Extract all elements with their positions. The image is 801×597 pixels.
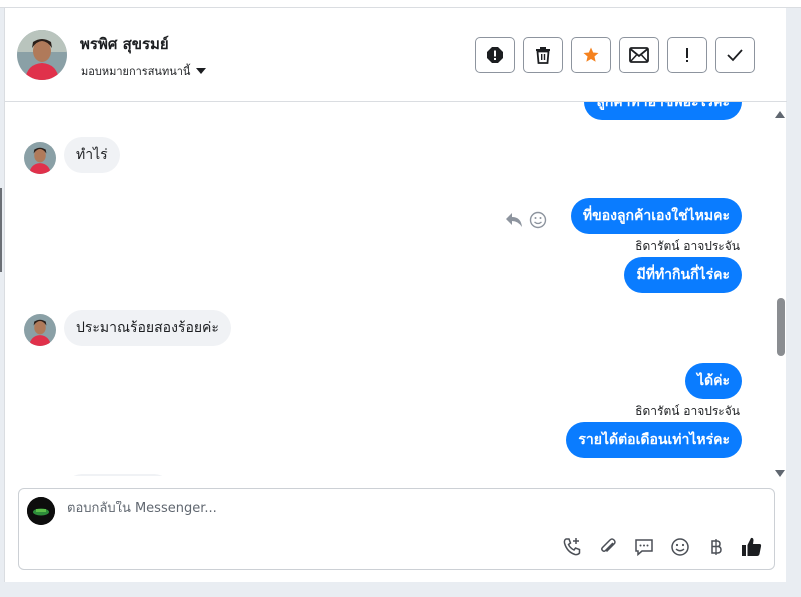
message-outgoing[interactable]: รายได้ต่อเดือนเท่าไหร่คะ bbox=[566, 422, 742, 458]
call-button[interactable] bbox=[560, 535, 584, 559]
conversation-panel: พรพิศ สุขรมย์ มอบหมายการสนทนานี้ ลูกค้าท… bbox=[4, 8, 787, 582]
follow-up-icon bbox=[686, 48, 688, 62]
window-top-strip bbox=[0, 0, 801, 8]
message-outgoing[interactable]: ได้ค่ะ bbox=[684, 363, 742, 399]
reply-composer bbox=[18, 488, 775, 570]
contact-avatar-small bbox=[24, 314, 56, 346]
composer-tools bbox=[560, 535, 764, 559]
message-thread[interactable]: ลูกค้าทำอาชีพอะไรคะ ทำไร่ ที่ของลูกค้าเอ… bbox=[5, 102, 787, 476]
message-incoming[interactable]: ทำไร่ bbox=[64, 137, 120, 173]
message-incoming[interactable]: ประมาณร้อยสองร้อยค่ะ bbox=[64, 310, 231, 346]
scrollbar-thumb[interactable] bbox=[777, 298, 785, 356]
left-edge-indicator bbox=[0, 188, 2, 272]
message-outgoing[interactable]: มีที่ทำกินกี่ไร่คะ bbox=[624, 257, 742, 293]
message-incoming-partial[interactable] bbox=[64, 474, 172, 476]
paperclip-icon bbox=[601, 538, 616, 553]
star-button[interactable] bbox=[571, 37, 611, 73]
delete-button[interactable] bbox=[523, 37, 563, 73]
sender-name: ธิดารัตน์ อาจประจัน bbox=[635, 404, 740, 418]
thumbs-up-icon bbox=[742, 537, 762, 556]
contact-avatar[interactable] bbox=[17, 30, 67, 80]
mark-spam-button[interactable] bbox=[475, 37, 515, 73]
message-outgoing[interactable]: ลูกค้าทำอาชีพอะไรคะ bbox=[584, 102, 742, 120]
reply-input[interactable] bbox=[67, 501, 667, 516]
emoji-react-icon[interactable] bbox=[529, 211, 547, 229]
mail-icon bbox=[629, 47, 649, 63]
header-actions bbox=[475, 37, 755, 73]
chat-bubble-icon bbox=[635, 539, 653, 557]
caret-down-icon bbox=[196, 68, 207, 74]
payment-button[interactable] bbox=[704, 535, 728, 559]
reply-icon[interactable] bbox=[505, 212, 523, 228]
scroll-up-arrow-icon[interactable] bbox=[775, 111, 785, 118]
trash-icon bbox=[536, 47, 550, 64]
contact-name: พรพิศ สุขรมย์ bbox=[80, 35, 169, 53]
like-button[interactable] bbox=[740, 535, 764, 559]
conversation-header: พรพิศ สุขรมย์ มอบหมายการสนทนานี้ bbox=[5, 8, 787, 102]
follow-up-button[interactable] bbox=[667, 37, 707, 73]
emoji-button[interactable] bbox=[668, 535, 692, 559]
saved-replies-button[interactable] bbox=[632, 535, 656, 559]
page-avatar bbox=[27, 497, 55, 525]
assign-label: มอบหมายการสนทนานี้ bbox=[81, 65, 191, 78]
contact-avatar-small bbox=[24, 142, 56, 174]
mark-done-button[interactable] bbox=[715, 37, 755, 73]
message-hover-actions bbox=[505, 211, 547, 229]
assign-conversation-dropdown[interactable]: มอบหมายการสนทนานี้ bbox=[81, 62, 207, 80]
done-icon bbox=[727, 49, 743, 62]
spam-icon bbox=[487, 47, 503, 63]
sender-name: ธิดารัตน์ อาจประจัน bbox=[635, 239, 740, 253]
baht-icon bbox=[711, 539, 722, 555]
emoji-icon bbox=[671, 538, 689, 556]
phone-add-icon bbox=[563, 538, 581, 556]
star-icon bbox=[583, 47, 599, 62]
mark-unread-button[interactable] bbox=[619, 37, 659, 73]
attach-button[interactable] bbox=[596, 535, 620, 559]
scroll-down-arrow-icon[interactable] bbox=[775, 470, 785, 477]
message-outgoing[interactable]: ที่ของลูกค้าเองใช่ไหมคะ bbox=[570, 198, 742, 234]
